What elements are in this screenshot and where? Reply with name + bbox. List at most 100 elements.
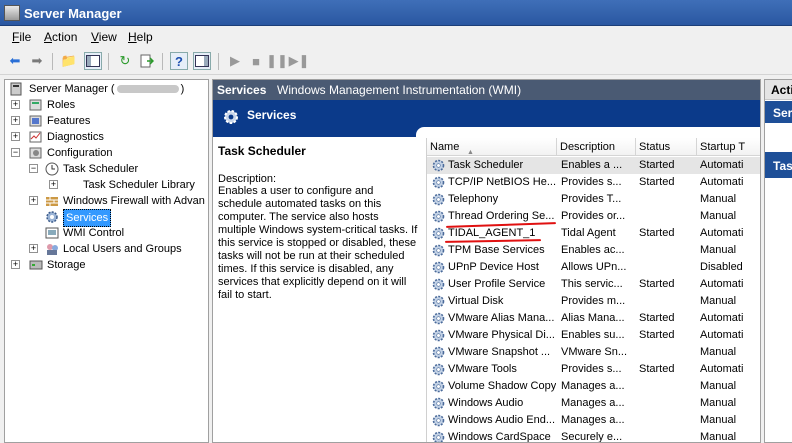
menu-file[interactable]: File <box>12 30 31 44</box>
cell-name: Windows Audio <box>448 397 524 409</box>
table-row[interactable]: Telephony Provides T... Manual <box>427 191 760 208</box>
cell-startup: Manual <box>700 210 737 222</box>
title-bar: Server Manager <box>0 0 792 26</box>
restart-icon[interactable]: ▶❚ <box>289 52 310 70</box>
menu-help[interactable]: Help <box>128 30 153 44</box>
table-row[interactable]: User Profile Service This servic... Starte… <box>427 276 760 293</box>
table-row[interactable]: UPnP Device Host Allows UPn... Disabled <box>427 259 760 276</box>
expand-icon[interactable]: + <box>49 180 58 189</box>
expand-icon[interactable]: + <box>11 260 20 269</box>
stop-icon[interactable]: ■ <box>247 52 265 70</box>
cell-status <box>639 395 696 412</box>
table-row[interactable]: TCP/IP NetBIOS He... Provides s... Started… <box>427 174 760 191</box>
table-row[interactable]: VMware Alias Mana... Alias Mana... Started… <box>427 310 760 327</box>
properties-icon[interactable] <box>193 52 211 70</box>
cell-startup: Automati <box>700 278 744 290</box>
expand-icon[interactable]: + <box>29 244 38 253</box>
table-row[interactable]: Volume Shadow Copy Manages a... Manual <box>427 378 760 395</box>
service-gear-icon <box>431 260 446 275</box>
cell-description: Allows UPn... <box>561 261 627 273</box>
cell-description: VMware Sn... <box>561 346 628 358</box>
export-list-icon[interactable] <box>138 52 156 70</box>
tree-root-label: Server Manager ( <box>29 83 115 95</box>
actions-section-services[interactable]: Ser <box>765 101 792 123</box>
storage-icon <box>29 260 43 270</box>
cell-status <box>639 429 696 442</box>
cell-status <box>639 242 696 259</box>
cell-name: UPnP Device Host <box>448 261 539 273</box>
menu-view[interactable]: View <box>91 30 117 44</box>
table-row[interactable]: VMware Tools Provides s... Started Automati <box>427 361 760 378</box>
column-status[interactable]: Status <box>636 138 697 156</box>
cell-status: Started <box>639 227 675 239</box>
diagnostics-icon <box>29 131 42 143</box>
cell-status <box>639 344 696 361</box>
forward-arrow-icon[interactable]: ➡ <box>28 52 46 70</box>
show-hide-tree-icon[interactable] <box>84 52 102 70</box>
cell-startup: Manual <box>700 380 737 392</box>
pause-icon[interactable]: ❚❚ <box>266 52 288 70</box>
cell-name: Volume Shadow Copy <box>448 380 556 392</box>
cell-description: Enables su... <box>561 329 625 341</box>
help-icon[interactable]: ? <box>170 52 188 70</box>
table-row[interactable]: Windows Audio Manages a... Manual <box>427 395 760 412</box>
up-folder-icon[interactable]: 📁 <box>60 52 78 70</box>
table-row[interactable]: Virtual Disk Provides m... Manual <box>427 293 760 310</box>
service-gear-icon <box>431 430 446 442</box>
cell-startup: Disabled <box>700 261 743 273</box>
cell-startup: Manual <box>700 414 737 426</box>
column-startup-type[interactable]: Startup T <box>697 138 760 156</box>
expand-icon[interactable]: + <box>11 100 20 109</box>
actions-header: Acti <box>765 80 792 100</box>
table-row[interactable]: VMware Physical Di... Enables su... Starte… <box>427 327 760 344</box>
service-gear-icon <box>431 413 446 428</box>
service-gear-icon <box>431 158 446 173</box>
table-row[interactable]: Task Scheduler Enables a ... Started Automa… <box>427 157 760 174</box>
cell-description: Alias Mana... <box>561 312 625 324</box>
cell-startup: Automati <box>700 227 744 239</box>
cell-status: Started <box>639 278 675 290</box>
cell-status <box>639 208 696 225</box>
table-row[interactable]: Windows Audio End... Manages a... Manual <box>427 412 760 429</box>
cell-name: Task Scheduler <box>448 159 524 171</box>
server-manager-app-icon <box>4 5 20 21</box>
play-icon[interactable]: ▶ <box>226 52 244 70</box>
table-row[interactable]: Windows CardSpace Securely e... Manual <box>427 429 760 443</box>
cell-name: VMware Snapshot ... <box>448 346 551 358</box>
cell-name: Telephony <box>448 193 499 205</box>
cell-status: Started <box>639 159 675 171</box>
menu-action[interactable]: Action <box>44 30 77 44</box>
actions-section-task-scheduler[interactable]: Tas <box>765 152 792 178</box>
cell-startup: Manual <box>700 397 737 409</box>
window-title: Server Manager <box>24 6 122 21</box>
cell-name: TCP/IP NetBIOS He... <box>448 176 556 188</box>
cell-description: Provides or... <box>561 210 626 222</box>
service-gear-icon <box>431 362 446 377</box>
expand-icon[interactable]: + <box>29 196 38 205</box>
service-gear-icon <box>431 311 446 326</box>
gear-icon <box>46 211 58 223</box>
service-gear-icon <box>431 379 446 394</box>
cell-description: Provides m... <box>561 295 626 307</box>
cell-status <box>639 191 696 208</box>
column-name[interactable]: Name ▲ <box>427 138 557 156</box>
refresh-icon[interactable]: ↻ <box>116 52 134 70</box>
back-arrow-icon[interactable]: ⬅ <box>6 52 24 70</box>
toolbar: ⬅ ➡ 📁 ↻ ? ▶ ■ ❚❚ ▶❚ <box>0 48 792 75</box>
collapse-icon[interactable]: − <box>11 148 20 157</box>
table-row[interactable]: TPM Base Services Enables ac... Manual <box>427 242 760 259</box>
cell-description: Securely e... <box>561 431 623 443</box>
firewall-icon <box>46 197 58 206</box>
service-gear-icon <box>431 175 446 190</box>
cell-startup: Automati <box>700 329 744 341</box>
expand-icon[interactable]: + <box>11 116 20 125</box>
column-description[interactable]: Description <box>557 138 636 156</box>
menu-bar: File Action View Help <box>0 26 792 48</box>
table-row[interactable]: Thread Ordering Se... Provides or... Manua… <box>427 208 760 225</box>
cell-startup: Automati <box>700 312 744 324</box>
expand-icon[interactable]: + <box>11 132 20 141</box>
service-gear-icon <box>431 328 446 343</box>
table-row[interactable]: VMware Snapshot ... VMware Sn... Manual <box>427 344 760 361</box>
cell-status <box>639 412 696 429</box>
collapse-icon[interactable]: − <box>29 164 38 173</box>
